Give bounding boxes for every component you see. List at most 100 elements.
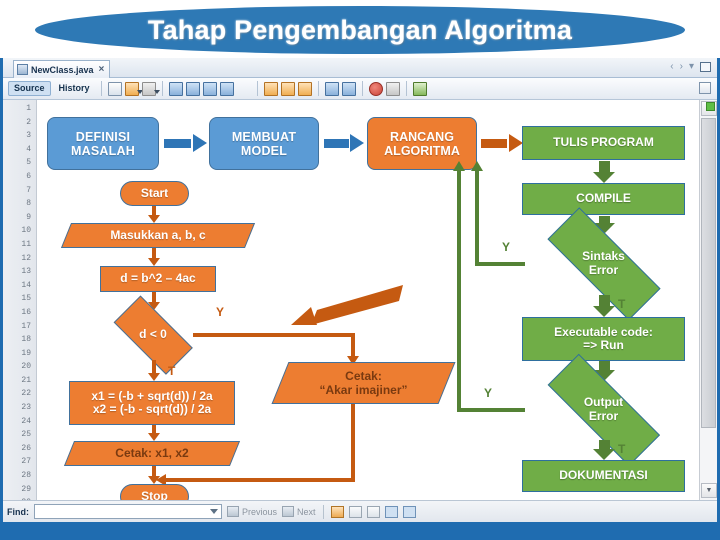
node-start[interactable]: Start — [120, 181, 189, 206]
line-number: 25 — [21, 430, 31, 440]
refactor-icon[interactable] — [107, 81, 122, 96]
tab-newclass-java[interactable]: NewClass.java × — [13, 60, 111, 78]
indent-icon[interactable] — [324, 81, 339, 96]
stage-rancang-line1: RANCANG — [390, 129, 454, 144]
dokumentasi-label: DOKUMENTASI — [559, 468, 648, 483]
debug-icon[interactable] — [430, 82, 444, 96]
run-file-icon[interactable] — [412, 81, 427, 96]
find-next-button[interactable]: Next — [282, 506, 316, 517]
toolbar-separator — [256, 81, 258, 96]
arrowhead-print-to-stop — [148, 476, 160, 484]
arrow-sintaks-no-to-executable — [593, 295, 615, 317]
scroll-tabs-left-icon[interactable]: ‹ — [670, 61, 673, 72]
regex-icon[interactable] — [366, 505, 380, 518]
node-print-imaginary[interactable]: Cetak: “Akar imajiner” — [271, 362, 456, 404]
tab-history[interactable]: History — [54, 82, 95, 95]
stop-icon[interactable] — [385, 81, 400, 96]
add-file-icon[interactable] — [124, 81, 143, 96]
tab-source[interactable]: Source — [8, 81, 51, 96]
arrowhead-roots-to-print — [148, 433, 160, 441]
arrow-tulis-to-compile — [593, 161, 615, 183]
label-output-yes: Y — [484, 386, 493, 400]
editor-vertical-scrollbar[interactable]: ▲ ▼ — [699, 100, 717, 500]
match-case-icon[interactable] — [330, 505, 344, 518]
print-roots-text: Cetak: x1, x2 — [69, 441, 235, 466]
toggle-breakpoint-icon[interactable] — [368, 81, 383, 96]
decision-sintaks-text: Sintaks Error — [522, 232, 685, 296]
rectangular-selection-icon[interactable] — [237, 82, 251, 96]
line-number: 9 — [26, 212, 31, 222]
label-output-no: T — [618, 442, 626, 456]
search-input[interactable] — [34, 504, 222, 519]
stage-membuat-model[interactable]: MEMBUAT MODEL — [209, 117, 319, 170]
node-discriminant[interactable]: d = b^2 – 4ac — [100, 266, 216, 292]
stage-model-line2: MODEL — [240, 143, 288, 158]
line-number: 4 — [26, 144, 31, 154]
scroll-tabs-right-icon[interactable]: › — [680, 61, 683, 72]
wrap-around-icon[interactable] — [402, 505, 416, 518]
toolbar-separator — [100, 81, 102, 96]
page-title: Tahap Pengembangan Algoritma — [147, 14, 573, 45]
maximize-editor-icon[interactable] — [699, 82, 711, 94]
line-number: 5 — [26, 158, 31, 168]
comment-icon[interactable] — [141, 81, 160, 96]
find-previous-button[interactable]: Previous — [227, 506, 277, 517]
toolbar-separator — [161, 81, 163, 96]
scrollbar-thumb[interactable] — [701, 118, 716, 428]
java-file-icon — [17, 64, 28, 75]
line-number: 3 — [26, 131, 31, 141]
node-compile[interactable]: COMPILE — [522, 183, 685, 215]
toolbar-separator — [361, 81, 363, 96]
node-executable-code[interactable]: Executable code: => Run — [522, 317, 685, 361]
arrowhead-input-to-disc — [148, 258, 160, 266]
toggle-bookmark-icon[interactable] — [219, 81, 234, 96]
imaginary-to-stop-horizontal — [166, 478, 355, 482]
decision-output-error[interactable]: Output Error — [522, 353, 685, 467]
shift-left-icon[interactable] — [263, 81, 278, 96]
feedback-output-vertical — [457, 170, 461, 411]
line-number: 12 — [21, 253, 31, 263]
node-roots[interactable]: x1 = (-b + sqrt(d)) / 2a x2 = (-b - sqrt… — [69, 381, 235, 425]
node-input-abc[interactable]: Masukkan a, b, c — [60, 223, 256, 248]
line-number: 7 — [26, 185, 31, 195]
editor-toolbar: Source History — [3, 78, 717, 100]
line-number: 15 — [21, 294, 31, 304]
line-number: 1 — [26, 104, 31, 113]
feedback-output-arrowhead — [453, 161, 465, 171]
highlight-results-icon[interactable] — [384, 505, 398, 518]
stage-definisi-masalah[interactable]: DEFINISI MASALAH — [47, 117, 159, 170]
scroll-down-button[interactable]: ▼ — [701, 483, 717, 498]
chevron-down-icon[interactable] — [210, 509, 218, 514]
next-bookmark-icon[interactable] — [202, 81, 217, 96]
line-number: 10 — [21, 226, 31, 236]
line-number: 23 — [21, 403, 31, 413]
node-dokumentasi[interactable]: DOKUMENTASI — [522, 460, 685, 492]
stage-definisi-line2: MASALAH — [71, 143, 135, 158]
maximize-icon[interactable] — [700, 61, 711, 72]
line-number: 6 — [26, 171, 31, 181]
stop-label: Stop — [141, 488, 168, 500]
whole-words-icon[interactable] — [348, 505, 362, 518]
sintaks-line2: Error — [588, 263, 619, 277]
label-sintaks-yes: Y — [502, 240, 511, 254]
arrow-model-to-rancang — [324, 134, 364, 152]
chevron-down-icon[interactable] — [153, 89, 160, 94]
node-print-roots[interactable]: Cetak: x1, x2 — [63, 441, 241, 466]
branch-yes-vertical — [351, 333, 355, 358]
previous-bookmark-icon[interactable] — [185, 81, 200, 96]
decision-d-less-than-zero[interactable]: d < 0 — [101, 295, 205, 375]
stage-tulis-program[interactable]: TULIS PROGRAM — [522, 126, 685, 160]
outdent-icon[interactable] — [341, 81, 356, 96]
close-icon[interactable]: × — [97, 64, 105, 75]
shift-right-icon[interactable] — [297, 81, 312, 96]
executable-line1: Executable code: — [554, 324, 653, 339]
find-selection-icon[interactable] — [168, 81, 183, 96]
shift-down-icon[interactable] — [280, 81, 295, 96]
decision-sintaks-error[interactable]: Sintaks Error — [522, 207, 685, 321]
label-decision-no: T — [168, 364, 176, 378]
arrow-output-no-to-dokumentasi — [593, 440, 615, 460]
arrow-rancang-to-tulis — [481, 134, 523, 152]
roots-line1: x1 = (-b + sqrt(d)) / 2a — [91, 388, 213, 403]
chevron-down-icon[interactable]: ▾ — [689, 61, 694, 72]
node-stop[interactable]: Stop — [120, 484, 189, 500]
